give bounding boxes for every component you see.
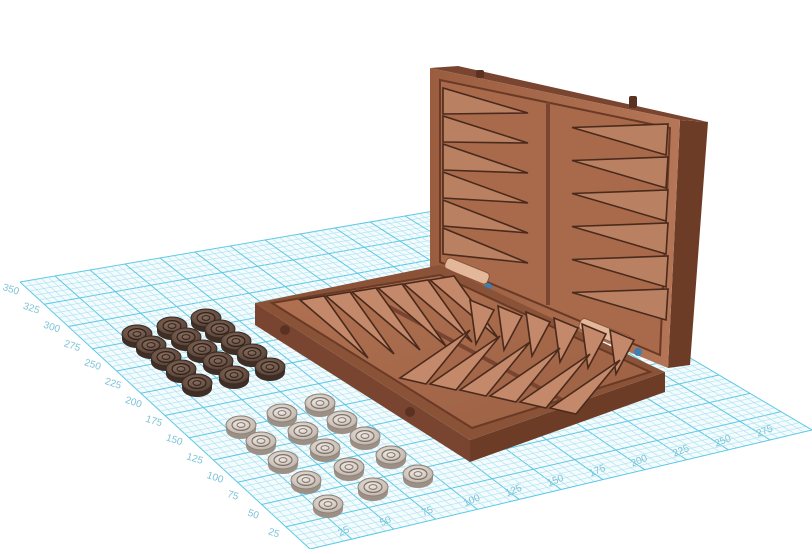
checker-light[interactable] [266, 403, 298, 427]
lid-knob [629, 96, 637, 108]
checker-light[interactable] [349, 426, 381, 450]
checker-light[interactable] [245, 431, 277, 455]
ruler-left-label: 325 [22, 301, 42, 317]
lid-knob-2 [476, 70, 484, 78]
checker-light[interactable] [312, 494, 344, 518]
scene-canvas[interactable]: 350325300275250225200175150125100755025 … [0, 0, 812, 550]
ruler-left-label: 250 [83, 357, 103, 373]
checker-light[interactable] [267, 450, 299, 474]
checker-dark[interactable] [218, 365, 250, 389]
checker-light[interactable] [309, 438, 341, 462]
ruler-left-label: 100 [205, 470, 225, 486]
checker-light[interactable] [402, 464, 434, 488]
ruler-left-label: 225 [103, 376, 123, 392]
base-knob-left [280, 325, 290, 335]
3d-viewport[interactable]: 350 325 300 275 250 225 200 175 150 125 100 75 50 25 … [0, 0, 812, 550]
ruler-left-label: 200 [124, 395, 144, 411]
ruler-left-label: 300 [42, 320, 62, 336]
checker-light[interactable] [357, 477, 389, 501]
checker-light[interactable] [290, 470, 322, 494]
checker-light[interactable] [375, 445, 407, 469]
checker-light[interactable] [304, 393, 336, 417]
checker-light[interactable] [287, 421, 319, 445]
ruler-left-label: 25 [267, 527, 281, 541]
checker-dark[interactable] [181, 373, 213, 397]
ruler-left-label: 350 [1, 282, 21, 298]
ruler-left-label: 50 [246, 508, 260, 522]
ruler-left-label: 175 [144, 414, 164, 430]
checker-light[interactable] [333, 457, 365, 481]
ruler-left-label: 75 [226, 489, 240, 503]
base-knob-front [405, 407, 415, 417]
ruler-left-label: 275 [62, 339, 82, 355]
checker-dark[interactable] [254, 357, 286, 381]
ruler-left-label: 150 [165, 433, 185, 449]
ruler-left-label: 125 [185, 451, 205, 467]
